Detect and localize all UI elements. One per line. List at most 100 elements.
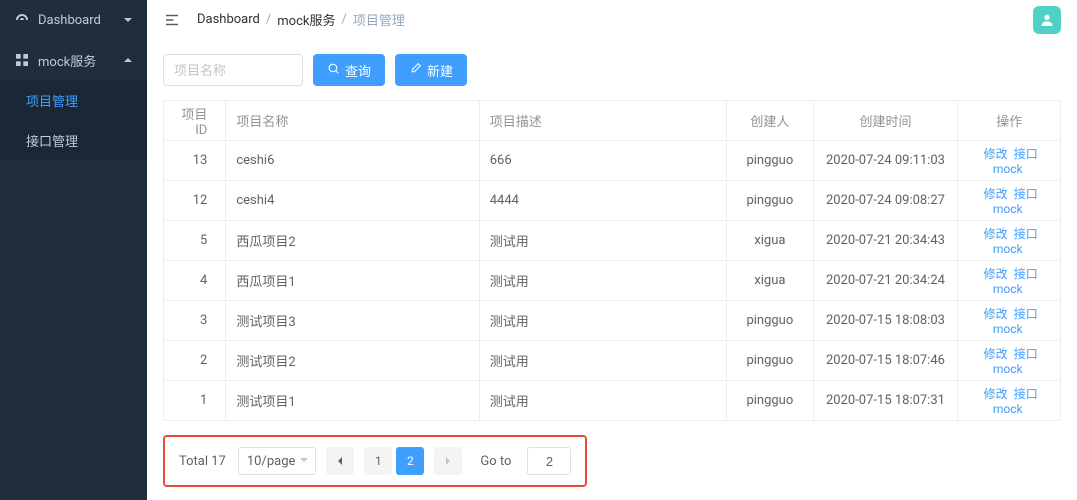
breadcrumb-item[interactable]: Dashboard — [197, 12, 260, 27]
select-value: 10/page — [247, 454, 296, 469]
cell-desc: 测试用 — [479, 341, 726, 381]
cell-desc: 测试用 — [479, 221, 726, 261]
breadcrumb-item: 项目管理 — [353, 10, 405, 29]
button-label: 新建 — [427, 61, 453, 80]
cell-creator: pingguo — [727, 181, 813, 221]
cell-desc: 测试用 — [479, 381, 726, 421]
cell-action: 修改接口mock — [958, 221, 1061, 261]
sidebar-item-mock[interactable]: mock服务 — [0, 40, 147, 80]
cell-id: 2 — [164, 341, 226, 381]
sidebar-item-label: mock服务 — [38, 51, 96, 70]
chevron-right-icon — [443, 456, 453, 466]
edit-icon — [409, 62, 422, 78]
table-row: 13ceshi6666pingguo2020-07-24 09:11:03修改接… — [164, 141, 1061, 181]
cell-time: 2020-07-24 09:08:27 — [813, 181, 958, 221]
pagination: Total 17 10/page 12 Go to — [163, 435, 587, 487]
col-header-time: 创建时间 — [813, 101, 958, 141]
pager-page[interactable]: 2 — [396, 447, 424, 475]
cell-id: 1 — [164, 381, 226, 421]
user-icon — [1039, 12, 1055, 28]
col-header-desc: 项目描述 — [479, 101, 726, 141]
table-row: 5西瓜项目2测试用xigua2020-07-21 20:34:43修改接口moc… — [164, 221, 1061, 261]
cell-action: 修改接口mock — [958, 301, 1061, 341]
pager-prev[interactable] — [326, 447, 354, 475]
edit-link[interactable]: 修改 — [984, 187, 1008, 201]
submenu: 项目管理 接口管理 — [0, 80, 147, 160]
cell-id: 4 — [164, 261, 226, 301]
cell-time: 2020-07-15 18:07:46 — [813, 341, 958, 381]
cell-id: 5 — [164, 221, 226, 261]
goto-input[interactable] — [527, 447, 571, 475]
cell-time: 2020-07-24 09:11:03 — [813, 141, 958, 181]
sidebar-item-interface-mgmt[interactable]: 接口管理 — [0, 120, 147, 160]
chevron-down-icon — [299, 454, 309, 469]
col-header-name: 项目名称 — [226, 101, 479, 141]
sidebar-item-label: 接口管理 — [26, 131, 78, 150]
goto-label: Go to — [480, 454, 511, 469]
edit-link[interactable]: 修改 — [984, 347, 1008, 361]
breadcrumb-item[interactable]: mock服务 — [277, 10, 335, 29]
edit-link[interactable]: 修改 — [984, 227, 1008, 241]
chevron-down-icon — [123, 15, 133, 25]
table-row: 1测试项目1测试用pingguo2020-07-15 18:07:31修改接口m… — [164, 381, 1061, 421]
cell-name: 测试项目1 — [226, 381, 479, 421]
pager-page[interactable]: 1 — [364, 447, 392, 475]
table-row: 2测试项目2测试用pingguo2020-07-15 18:07:46修改接口m… — [164, 341, 1061, 381]
cell-action: 修改接口mock — [958, 141, 1061, 181]
cell-time: 2020-07-21 20:34:24 — [813, 261, 958, 301]
breadcrumb-sep: / — [266, 12, 271, 27]
menu-toggle-icon[interactable] — [163, 11, 181, 29]
col-header-action: 操作 — [958, 101, 1061, 141]
dashboard-icon — [14, 12, 30, 28]
cell-name: ceshi6 — [226, 141, 479, 181]
chevron-up-icon — [123, 55, 133, 65]
cell-time: 2020-07-15 18:07:31 — [813, 381, 958, 421]
cell-creator: pingguo — [727, 381, 813, 421]
project-table: 项目ID 项目名称 项目描述 创建人 创建时间 操作 13ceshi6666pi… — [163, 100, 1061, 421]
edit-link[interactable]: 修改 — [984, 307, 1008, 321]
breadcrumb: Dashboard / mock服务 / 项目管理 — [197, 10, 405, 29]
cell-name: 测试项目3 — [226, 301, 479, 341]
cell-id: 12 — [164, 181, 226, 221]
cell-time: 2020-07-21 20:34:43 — [813, 221, 958, 261]
cell-creator: pingguo — [727, 141, 813, 181]
sidebar: Dashboard mock服务 项目管理 接口管理 — [0, 0, 147, 500]
col-header-id: 项目ID — [164, 101, 226, 141]
chevron-left-icon — [335, 456, 345, 466]
edit-link[interactable]: 修改 — [984, 147, 1008, 161]
col-header-creator: 创建人 — [727, 101, 813, 141]
cell-desc: 666 — [479, 141, 726, 181]
cell-action: 修改接口mock — [958, 181, 1061, 221]
cell-action: 修改接口mock — [958, 381, 1061, 421]
search-icon — [327, 62, 340, 78]
topbar: Dashboard / mock服务 / 项目管理 — [147, 0, 1077, 40]
pager-total: Total 17 — [179, 454, 226, 469]
query-button[interactable]: 查询 — [313, 54, 385, 86]
cell-action: 修改接口mock — [958, 261, 1061, 301]
cell-action: 修改接口mock — [958, 341, 1061, 381]
cell-name: 西瓜项目1 — [226, 261, 479, 301]
pager-next[interactable] — [434, 447, 462, 475]
new-button[interactable]: 新建 — [395, 54, 467, 86]
table-row: 3测试项目3测试用pingguo2020-07-15 18:08:03修改接口m… — [164, 301, 1061, 341]
table-row: 12ceshi44444pingguo2020-07-24 09:08:27修改… — [164, 181, 1061, 221]
cell-name: ceshi4 — [226, 181, 479, 221]
cell-creator: pingguo — [727, 341, 813, 381]
cell-id: 13 — [164, 141, 226, 181]
cell-creator: xigua — [727, 261, 813, 301]
cell-creator: pingguo — [727, 301, 813, 341]
cell-name: 西瓜项目2 — [226, 221, 479, 261]
breadcrumb-sep: / — [341, 12, 346, 27]
avatar[interactable] — [1033, 6, 1061, 34]
cell-time: 2020-07-15 18:08:03 — [813, 301, 958, 341]
edit-link[interactable]: 修改 — [984, 387, 1008, 401]
cell-id: 3 — [164, 301, 226, 341]
search-input[interactable] — [163, 54, 303, 86]
edit-link[interactable]: 修改 — [984, 267, 1008, 281]
sidebar-item-project-mgmt[interactable]: 项目管理 — [0, 80, 147, 120]
sidebar-item-dashboard[interactable]: Dashboard — [0, 0, 147, 40]
grid-icon — [14, 52, 30, 68]
sidebar-item-label: Dashboard — [38, 13, 101, 28]
table-row: 4西瓜项目1测试用xigua2020-07-21 20:34:24修改接口moc… — [164, 261, 1061, 301]
page-size-select[interactable]: 10/page — [238, 447, 317, 475]
